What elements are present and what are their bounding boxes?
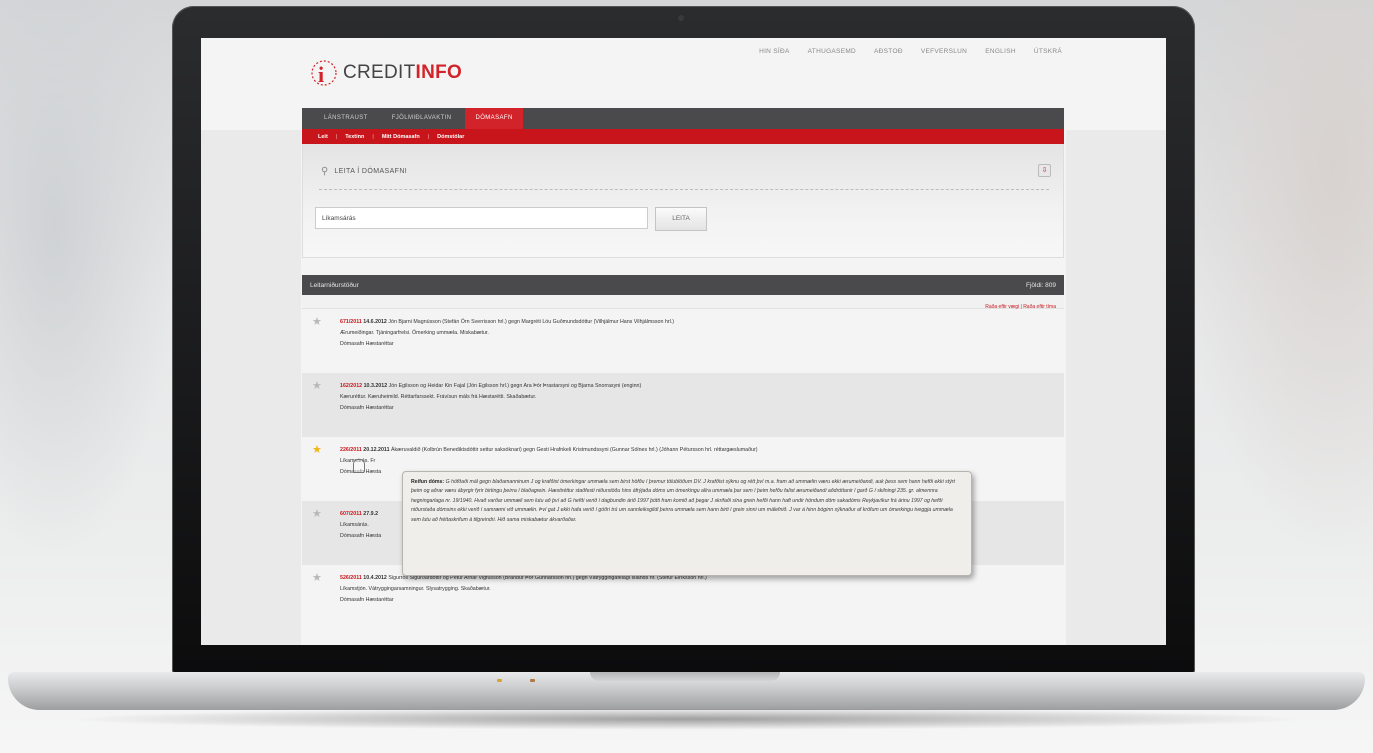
tab-case-law[interactable]: DÓMASAFN bbox=[465, 108, 523, 129]
laptop-camera bbox=[678, 15, 684, 21]
tab-media-monitor[interactable]: FJÖLMIÐLAVAKTIN bbox=[382, 108, 462, 129]
laptop-screen: i CREDITINFO HIN SÍÐA ATHUGASEMD AÐSTOÐ … bbox=[201, 38, 1166, 645]
mouse-cursor-icon bbox=[353, 459, 365, 473]
subnav-separator: | bbox=[335, 133, 338, 140]
creditinfo-logo-icon: i bbox=[311, 60, 337, 87]
star-icon[interactable]: ★ bbox=[312, 315, 322, 328]
page-side-band-right bbox=[1066, 130, 1166, 645]
result-title-line: 226/2011 20.12.2011 Ákæruvaldið (Kolbrún… bbox=[340, 445, 1064, 456]
result-title-line: 671/2011 14.6.2012 Jón Bjarni Magnússon … bbox=[340, 317, 1064, 328]
case-date: 20.12.2011 bbox=[363, 447, 390, 453]
logo-mark-letter: i bbox=[318, 62, 325, 87]
case-number-link[interactable]: 226/2011 bbox=[340, 447, 362, 453]
background-blur-right bbox=[1173, 0, 1373, 560]
page-side-band-left bbox=[201, 130, 301, 645]
search-title-label: LEITA Í DÓMASAFNI bbox=[334, 168, 408, 175]
logo-prefix: CREDIT bbox=[343, 62, 416, 83]
top-nav-english[interactable]: ENGLISH bbox=[985, 48, 1016, 55]
subnav-separator: | bbox=[372, 133, 374, 140]
sub-nav: Leit | Textinn | Mitt Dómasafn | Dómstól… bbox=[302, 129, 1064, 144]
case-parties: Jón Egilsson og Heidar Kin Fajal (Jón Eg… bbox=[388, 383, 642, 389]
result-title-line: 162/2012 10.3.2012 Jón Egilsson og Heida… bbox=[340, 381, 1064, 392]
search-title: ⚲ LEITA Í DÓMASAFNI bbox=[321, 166, 407, 177]
top-nav-logout[interactable]: ÚTSKRÁ bbox=[1034, 48, 1062, 55]
case-source: Dómasafn Hæstaréttar bbox=[340, 597, 394, 603]
tooltip-label: Reifun dóms: bbox=[411, 479, 445, 485]
case-keywords: Líkamstjón. Vátryggingarsamningur. Slysa… bbox=[340, 586, 491, 592]
case-parties: Ákæruvaldið (Kolbrún Benediktsdóttir set… bbox=[391, 447, 758, 453]
case-date: 27.9.2 bbox=[363, 511, 379, 517]
star-icon[interactable]: ★ bbox=[312, 571, 322, 584]
tab-credit[interactable]: LÁNSTRAUST bbox=[314, 108, 378, 129]
list-item: ★ 162/2012 10.3.2012 Jón Egilsson og Hei… bbox=[302, 373, 1064, 437]
case-number-link[interactable]: 607/2011 bbox=[340, 511, 362, 517]
laptop-base-notch bbox=[590, 672, 780, 681]
search-input[interactable]: Líkamsárás bbox=[315, 207, 648, 229]
top-nav: HIN SÍÐA ATHUGASEMD AÐSTOÐ VEFVERSLUN EN… bbox=[759, 48, 1062, 55]
subnav-text[interactable]: Textinn bbox=[345, 134, 364, 140]
subnav-search[interactable]: Leit bbox=[318, 134, 328, 140]
case-keywords: Ærumeiðingar. Tjáningarfrelsi. Ómerking … bbox=[340, 330, 489, 336]
logo-wordmark: CREDITINFO bbox=[343, 62, 462, 84]
star-favorite-icon[interactable]: ★ bbox=[312, 443, 322, 456]
results-header: Leitarniðurstöður Fjöldi: 809 bbox=[302, 275, 1064, 295]
results-sort: Raða eftir vægi | Raða eftir tíma bbox=[302, 295, 1064, 310]
case-source: Dómasafn Hæstaréttar bbox=[340, 405, 394, 411]
case-number-link[interactable]: 526/2011 bbox=[340, 575, 362, 581]
laptop-shadow bbox=[60, 708, 1313, 730]
download-icon[interactable]: ⇩ bbox=[1038, 164, 1051, 177]
case-date: 10.4.2012 bbox=[363, 575, 387, 581]
top-nav-webshop[interactable]: VEFVERSLUN bbox=[921, 48, 967, 55]
subnav-courts[interactable]: Dómstólar bbox=[437, 134, 464, 140]
background-blur-left bbox=[0, 0, 180, 560]
wrench-icon: ⚲ bbox=[321, 166, 329, 177]
subnav-separator: | bbox=[427, 133, 430, 140]
top-nav-home[interactable]: HIN SÍÐA bbox=[759, 48, 790, 55]
case-summary-tooltip: Reifun dóms: G höfðaði mál gegn blaðaman… bbox=[402, 471, 972, 576]
results-count: Fjöldi: 809 bbox=[1026, 281, 1056, 289]
creditinfo-logo[interactable]: i CREDITINFO bbox=[311, 60, 462, 87]
indicator-light-icon bbox=[530, 679, 535, 682]
case-date: 10.3.2012 bbox=[363, 383, 388, 389]
subnav-my-cases[interactable]: Mitt Dómasafn bbox=[382, 134, 420, 140]
tooltip-body: G höfðaði mál gegn blaðamanninum J og kr… bbox=[411, 479, 955, 523]
top-nav-help[interactable]: AÐSTOÐ bbox=[874, 48, 903, 55]
case-date: 14.6.2012 bbox=[363, 319, 387, 325]
main-tabs: LÁNSTRAUST FJÖLMIÐLAVAKTIN DÓMASAFN bbox=[302, 108, 1064, 129]
divider bbox=[319, 189, 1049, 190]
case-number-link[interactable]: 162/2012 bbox=[340, 383, 362, 389]
search-box: ⚲ LEITA Í DÓMASAFNI ⇩ Líkamsárás LEITA bbox=[302, 144, 1064, 258]
indicator-light-icon bbox=[497, 679, 502, 682]
results-title: Leitarniðurstöður bbox=[310, 281, 359, 289]
search-button[interactable]: LEITA bbox=[655, 207, 707, 231]
tooltip-text: Reifun dóms: G höfðaði mál gegn blaðaman… bbox=[411, 478, 963, 525]
star-icon[interactable]: ★ bbox=[312, 507, 322, 520]
logo-suffix: INFO bbox=[415, 62, 463, 83]
case-parties: Jón Bjarni Magnússon (Stefán Örn Sverris… bbox=[388, 319, 675, 325]
case-number-link[interactable]: 671/2011 bbox=[340, 319, 362, 325]
case-source: Dómasafn Hæstaréttar bbox=[340, 341, 394, 347]
list-item: ★ 671/2011 14.6.2012 Jón Bjarni Magnússo… bbox=[302, 309, 1064, 373]
case-keywords: Líkamsárás. Fr bbox=[340, 458, 376, 464]
case-keywords: Kæruréttur. Kæruheimild. Réttarfarssekt.… bbox=[340, 394, 537, 400]
star-icon[interactable]: ★ bbox=[312, 379, 322, 392]
top-nav-feedback[interactable]: ATHUGASEMD bbox=[808, 48, 856, 55]
search-panel: LÁNSTRAUST FJÖLMIÐLAVAKTIN DÓMASAFN Leit… bbox=[302, 108, 1064, 258]
